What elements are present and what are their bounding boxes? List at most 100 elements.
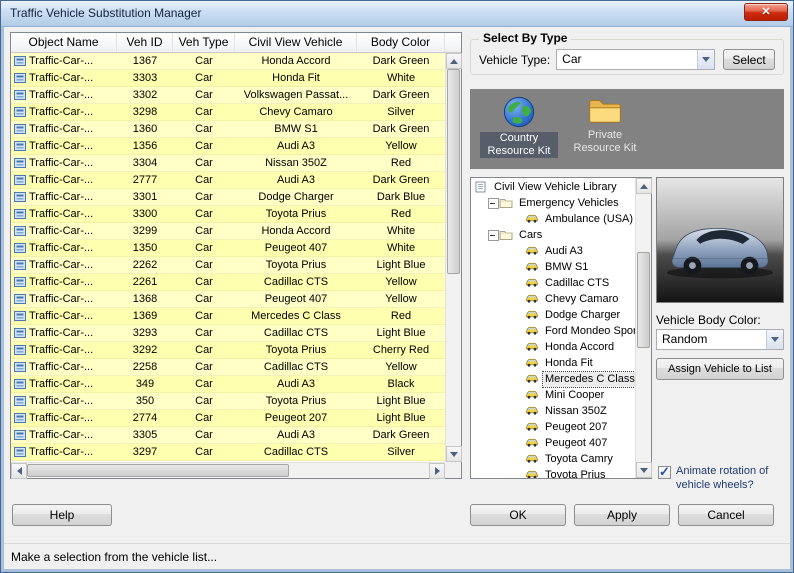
- tree-item[interactable]: Peugeot 207: [471, 419, 635, 435]
- tree-item[interactable]: Audi A3: [471, 243, 635, 259]
- tree-expander[interactable]: [513, 451, 525, 467]
- tree-vertical-scrollbar[interactable]: [635, 178, 652, 478]
- resource-kit-item[interactable]: Country Resource Kit: [480, 95, 558, 169]
- table-row[interactable]: Traffic-Car-... 1367 Car Honda Accord Da…: [11, 53, 445, 70]
- tree-expander[interactable]: [513, 435, 525, 451]
- table-row[interactable]: Traffic-Car-... 349 Car Audi A3 Black: [11, 376, 445, 393]
- column-header-object-name[interactable]: Object Name: [11, 33, 117, 52]
- object-name-cell: Traffic-Car-...: [29, 72, 94, 84]
- tree-expander[interactable]: [487, 227, 499, 243]
- tree-expander[interactable]: [513, 323, 525, 339]
- tree-item[interactable]: Toyota Prius: [471, 467, 635, 478]
- table-row[interactable]: Traffic-Car-... 3301 Car Dodge Charger D…: [11, 189, 445, 206]
- scroll-down-button[interactable]: [446, 446, 462, 462]
- body-color-cell: White: [386, 72, 416, 84]
- table-row[interactable]: Traffic-Car-... 2258 Car Cadillac CTS Ye…: [11, 359, 445, 376]
- tree-item[interactable]: BMW S1: [471, 259, 635, 275]
- tree-expander[interactable]: [513, 419, 525, 435]
- tree-expander[interactable]: [513, 403, 525, 419]
- tree-item[interactable]: Dodge Charger: [471, 307, 635, 323]
- tree-expander[interactable]: [487, 195, 499, 211]
- tree-item[interactable]: Cars: [471, 227, 635, 243]
- tree-item[interactable]: Mercedes C Class: [471, 370, 635, 388]
- tree-item-label: Toyota Prius: [545, 468, 606, 479]
- tree-expander[interactable]: [513, 371, 525, 387]
- assign-vehicle-button[interactable]: Assign Vehicle to List: [656, 358, 784, 380]
- resource-kit-item[interactable]: Private Resource Kit: [566, 95, 644, 169]
- tree-item[interactable]: Mini Cooper: [471, 387, 635, 403]
- table-row[interactable]: Traffic-Car-... 3303 Car Honda Fit White: [11, 70, 445, 87]
- scrollbar-thumb[interactable]: [637, 252, 650, 348]
- tree-item[interactable]: Nissan 350Z: [471, 403, 635, 419]
- tree-expander[interactable]: [513, 243, 525, 259]
- scrollbar-track[interactable]: [446, 69, 461, 446]
- column-header-veh-type[interactable]: Veh Type: [173, 33, 235, 52]
- veh-type-cell: Car: [195, 191, 213, 203]
- table-row[interactable]: Traffic-Car-... 1368 Car Peugeot 407 Yel…: [11, 291, 445, 308]
- scroll-right-button[interactable]: [429, 463, 445, 479]
- tree-item[interactable]: Emergency Vehicles: [471, 195, 635, 211]
- scrollbar-thumb[interactable]: [27, 464, 289, 477]
- scroll-up-button[interactable]: [446, 53, 462, 69]
- table-row[interactable]: Traffic-Car-... 3304 Car Nissan 350Z Red: [11, 155, 445, 172]
- table-row[interactable]: Traffic-Car-... 3292 Car Toyota Prius Ch…: [11, 342, 445, 359]
- tree-expander[interactable]: [513, 275, 525, 291]
- tree-item[interactable]: Civil View Vehicle Library: [471, 179, 635, 195]
- table-row[interactable]: Traffic-Car-... 3302 Car Volkswagen Pass…: [11, 87, 445, 104]
- scroll-up-button[interactable]: [636, 178, 652, 194]
- apply-button[interactable]: Apply: [574, 504, 670, 526]
- scroll-left-button[interactable]: [11, 463, 27, 479]
- tree-expander[interactable]: [513, 387, 525, 403]
- column-header-body-color[interactable]: Body Color: [357, 33, 445, 52]
- tree-expander[interactable]: [513, 211, 525, 227]
- body-color-combobox[interactable]: Random: [656, 329, 784, 350]
- help-button[interactable]: Help: [12, 504, 112, 526]
- tree-item[interactable]: Ambulance (USA): [471, 211, 635, 227]
- table-row[interactable]: Traffic-Car-... 2777 Car Audi A3 Dark Gr…: [11, 172, 445, 189]
- table-row[interactable]: Traffic-Car-... 3300 Car Toyota Prius Re…: [11, 206, 445, 223]
- table-row[interactable]: Traffic-Car-... 2262 Car Toyota Prius Li…: [11, 257, 445, 274]
- tree-expander[interactable]: [513, 291, 525, 307]
- table-row[interactable]: Traffic-Car-... 2261 Car Cadillac CTS Ye…: [11, 274, 445, 291]
- tree-item[interactable]: Peugeot 407: [471, 435, 635, 451]
- tree-item[interactable]: Cadillac CTS: [471, 275, 635, 291]
- tree-item-label: Chevy Camaro: [545, 292, 619, 305]
- table-row[interactable]: Traffic-Car-... 3293 Car Cadillac CTS Li…: [11, 325, 445, 342]
- ok-button[interactable]: OK: [470, 504, 566, 526]
- table-row[interactable]: Traffic-Car-... 1350 Car Peugeot 407 Whi…: [11, 240, 445, 257]
- table-row[interactable]: Traffic-Car-... 3297 Car Cadillac CTS Si…: [11, 444, 445, 461]
- tree-item[interactable]: Chevy Camaro: [471, 291, 635, 307]
- tree-expander[interactable]: [513, 259, 525, 275]
- column-header-civil-view-vehicle[interactable]: Civil View Vehicle: [235, 33, 357, 52]
- close-button[interactable]: ✕: [744, 3, 788, 21]
- tree-expander[interactable]: [513, 307, 525, 323]
- table-horizontal-scrollbar[interactable]: [11, 462, 445, 479]
- table-row[interactable]: Traffic-Car-... 3298 Car Chevy Camaro Si…: [11, 104, 445, 121]
- tree-item[interactable]: Honda Fit: [471, 355, 635, 371]
- table-vertical-scrollbar[interactable]: [445, 53, 462, 462]
- table-row[interactable]: Traffic-Car-... 1356 Car Audi A3 Yellow: [11, 138, 445, 155]
- tree-expander[interactable]: [513, 339, 525, 355]
- scroll-down-button[interactable]: [636, 462, 652, 478]
- tree-expander[interactable]: [513, 355, 525, 371]
- tree-expander[interactable]: [513, 467, 525, 478]
- table-row[interactable]: Traffic-Car-... 1360 Car BMW S1 Dark Gre…: [11, 121, 445, 138]
- table-row[interactable]: Traffic-Car-... 3305 Car Audi A3 Dark Gr…: [11, 427, 445, 444]
- scrollbar-thumb[interactable]: [447, 69, 460, 274]
- tree-item[interactable]: Honda Accord: [471, 339, 635, 355]
- vehicle-type-combobox[interactable]: Car: [556, 49, 715, 70]
- tree-item[interactable]: Ford Mondeo Sportb: [471, 323, 635, 339]
- cancel-button[interactable]: Cancel: [678, 504, 774, 526]
- select-button[interactable]: Select: [723, 49, 775, 70]
- veh-type-cell: Car: [195, 446, 213, 458]
- animate-wheels-checkbox[interactable]: ✓ Animate rotation of vehicle wheels?: [658, 464, 790, 493]
- table-row[interactable]: Traffic-Car-... 350 Car Toyota Prius Lig…: [11, 393, 445, 410]
- tree-item[interactable]: Toyota Camry: [471, 451, 635, 467]
- column-header-veh-id[interactable]: Veh ID: [117, 33, 173, 52]
- table-row[interactable]: Traffic-Car-... 3299 Car Honda Accord Wh…: [11, 223, 445, 240]
- body-color-cell: Dark Green: [372, 174, 430, 186]
- scrollbar-track[interactable]: [27, 463, 429, 478]
- table-row[interactable]: Traffic-Car-... 1369 Car Mercedes C Clas…: [11, 308, 445, 325]
- scrollbar-track[interactable]: [636, 194, 651, 462]
- table-row[interactable]: Traffic-Car-... 2774 Car Peugeot 207 Lig…: [11, 410, 445, 427]
